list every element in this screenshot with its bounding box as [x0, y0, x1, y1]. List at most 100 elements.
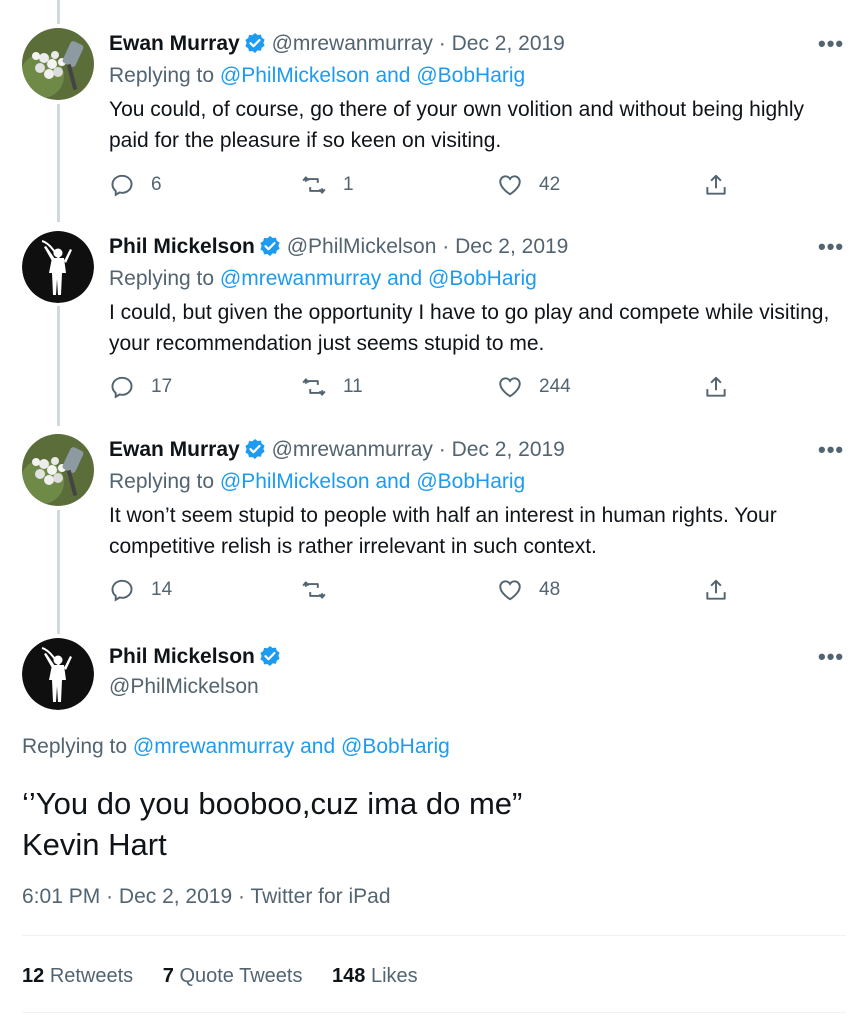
quotes-label: Quote Tweets [179, 965, 303, 987]
tweet-text: You could, of course, go there of your o… [109, 98, 805, 152]
mention-link[interactable]: @PhilMickelson [220, 470, 370, 493]
quote-tweets-stat[interactable]: 7 Quote Tweets [163, 965, 303, 987]
separator: · [106, 885, 114, 908]
like-count: 48 [539, 579, 561, 600]
author-name[interactable]: Ewan Murray [109, 32, 240, 55]
author-name[interactable]: Phil Mickelson [109, 645, 255, 668]
share-icon [706, 376, 726, 397]
tweet-actions: 17 11 244 [109, 372, 749, 402]
author-handle[interactable]: @PhilMickelson [109, 675, 259, 698]
like-button[interactable]: 48 [497, 575, 560, 605]
retweets-label: Retweets [49, 965, 134, 987]
main-author: Phil Mickelson [109, 643, 281, 671]
avatar[interactable] [22, 434, 94, 506]
verified-badge-icon [244, 32, 266, 54]
mention-link[interactable]: @BobHarig [416, 470, 525, 493]
tweet-date[interactable]: Dec 2, 2019 [452, 438, 565, 461]
tweet-stats: 12 Retweets 7 Quote Tweets 148 Likes [22, 962, 442, 990]
replying-and: and [375, 64, 411, 87]
retweet-icon [302, 581, 326, 599]
author-name[interactable]: Phil Mickelson [109, 235, 255, 258]
author-name[interactable]: Ewan Murray [109, 438, 240, 461]
likes-stat[interactable]: 148 Likes [332, 965, 418, 987]
reply-count: 14 [151, 579, 173, 600]
author-handle[interactable]: @PhilMickelson [287, 235, 437, 258]
retweets-stat[interactable]: 12 Retweets [22, 965, 133, 987]
replying-and: and [375, 470, 411, 493]
main-text-line: ‘’You do you booboo,cuz ima do me” [22, 786, 523, 821]
thread-line [57, 0, 60, 24]
replying-to-label: Replying to [22, 735, 128, 758]
replying-to-label: Replying to [109, 470, 215, 493]
tweet-date[interactable]: Dec 2, 2019 [452, 32, 565, 55]
replying-to: Replying to @mrewanmurray and @BobHarig [109, 265, 537, 293]
mention-link[interactable]: @BobHarig [341, 735, 450, 758]
replying-and: and [300, 735, 336, 758]
tweet-date[interactable]: Dec 2, 2019 [455, 235, 568, 258]
heart-icon [499, 377, 521, 398]
verified-badge-icon [244, 438, 266, 460]
mention-link[interactable]: @mrewanmurray [220, 267, 381, 290]
share-icon [706, 174, 726, 195]
like-count: 244 [539, 376, 571, 397]
avatar[interactable] [22, 231, 94, 303]
tweet-actions: 14 48 [109, 575, 749, 605]
replying-to: Replying to @mrewanmurray and @BobHarig [22, 733, 450, 761]
mention-link[interactable]: @BobHarig [428, 267, 537, 290]
quotes-count: 7 [162, 965, 174, 987]
replying-to: Replying to @PhilMickelson and @BobHarig [109, 62, 525, 90]
retweet-icon [302, 378, 326, 396]
divider [22, 1012, 846, 1013]
likes-label: Likes [370, 965, 418, 987]
likes-count: 148 [332, 965, 366, 987]
reply-button[interactable]: 17 [109, 372, 172, 402]
mention-link[interactable]: @mrewanmurray [133, 735, 294, 758]
reply-count: 17 [151, 376, 173, 397]
share-button[interactable] [703, 170, 745, 200]
avatar[interactable] [22, 28, 94, 100]
heart-icon [499, 175, 521, 196]
retweet-button[interactable]: 1 [301, 170, 354, 200]
retweets-count: 12 [22, 965, 45, 987]
like-button[interactable]: 244 [497, 372, 571, 402]
separator: · [442, 235, 450, 258]
more-icon[interactable]: ••• [818, 646, 848, 671]
mention-link[interactable]: @PhilMickelson [220, 64, 370, 87]
tweet-header: Ewan Murray @mrewanmurray · Dec 2, 2019 [109, 436, 565, 464]
tweet-header: Ewan Murray @mrewanmurray · Dec 2, 2019 [109, 30, 565, 58]
main-tweet-text: ‘’You do you booboo,cuz ima do me” Kevin… [22, 783, 842, 865]
replying-to: Replying to @PhilMickelson and @BobHarig [109, 468, 525, 496]
tweet-meta: 6:01 PM · Dec 2, 2019 · Twitter for iPad [22, 883, 391, 911]
reply-button[interactable]: 14 [109, 575, 172, 605]
author-handle[interactable]: @mrewanmurray [272, 438, 433, 461]
more-icon[interactable]: ••• [818, 439, 848, 464]
tweet-text: It won’t seem stupid to people with half… [109, 504, 777, 558]
tweet-source[interactable]: Twitter for iPad [250, 885, 390, 908]
divider [22, 935, 846, 936]
mention-link[interactable]: @BobHarig [416, 64, 525, 87]
more-icon[interactable]: ••• [818, 236, 848, 261]
like-button[interactable]: 42 [497, 170, 560, 200]
avatar[interactable] [22, 638, 94, 710]
share-button[interactable] [703, 575, 745, 605]
verified-badge-icon [259, 235, 281, 257]
retweet-button[interactable]: 11 [301, 372, 363, 402]
tweet-header: Phil Mickelson @PhilMickelson · Dec 2, 2… [109, 233, 568, 261]
retweet-count: 1 [343, 174, 354, 195]
reply-icon [111, 376, 133, 399]
share-button[interactable] [703, 372, 745, 402]
thread-line [57, 306, 60, 426]
author-handle[interactable]: @mrewanmurray [272, 32, 433, 55]
replying-to-label: Replying to [109, 267, 215, 290]
verified-badge-icon [259, 645, 281, 667]
thread-line [57, 510, 60, 634]
replying-and: and [387, 267, 423, 290]
retweet-button[interactable] [301, 575, 343, 605]
reply-button[interactable]: 6 [109, 170, 162, 200]
share-icon [706, 579, 726, 600]
tweet-time[interactable]: 6:01 PM [22, 885, 100, 908]
more-icon[interactable]: ••• [818, 33, 848, 58]
tweet-date[interactable]: Dec 2, 2019 [119, 885, 232, 908]
tweet-text: I could, but given the opportunity I hav… [109, 301, 830, 355]
replying-to-label: Replying to [109, 64, 215, 87]
